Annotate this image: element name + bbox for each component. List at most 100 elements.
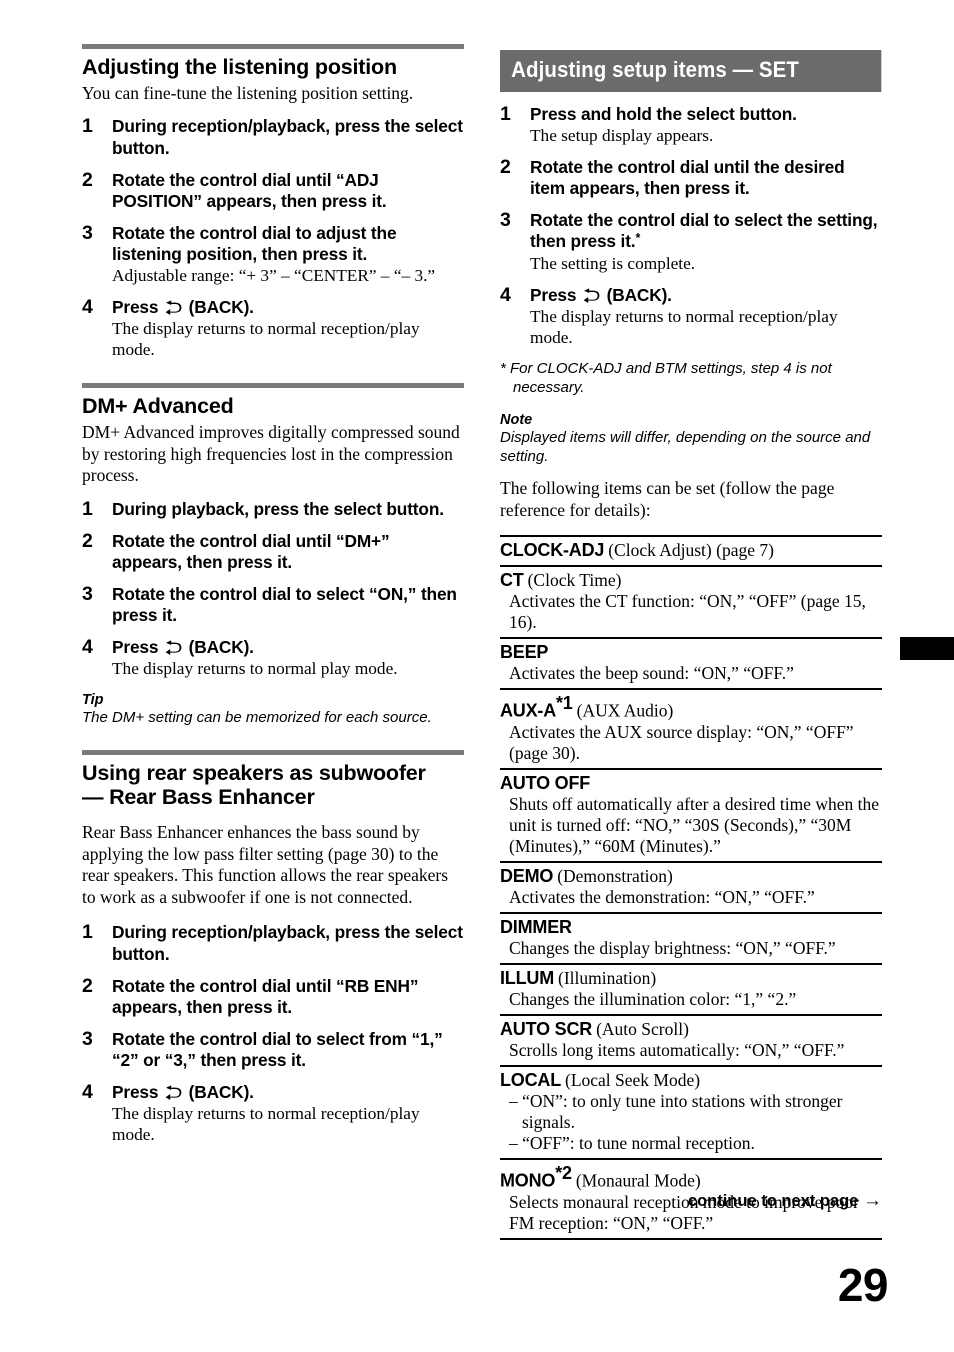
setup-items-banner-title: Adjusting setup items — SET (500, 50, 882, 92)
back-arrow-icon (165, 640, 182, 656)
section-adjusting-listening-position: Adjusting the listening position You can… (82, 44, 464, 360)
setting-detail: – “ON”: to only tune into stations with … (509, 1091, 843, 1133)
step-heading-prefix: Press (112, 1082, 159, 1103)
setting-detail: Activates the AUX source display: “ON,” … (509, 722, 854, 764)
setting-description-label: (Clock Adjust) (page 7) (608, 540, 774, 561)
step-number: 1 (82, 497, 93, 520)
footnote-marker: * (635, 231, 641, 246)
setting-description-label: (Monaural Mode) (575, 1170, 701, 1191)
step-heading: Rotate the control dial until the desire… (530, 157, 845, 199)
section-title-line2: — Rear Bass Enhancer (82, 785, 315, 810)
step-number: 4 (82, 1081, 93, 1104)
step-heading-text: Rotate the control dial to select the se… (530, 210, 878, 252)
step-heading: Press (BACK). (112, 297, 464, 318)
setting-name: AUTO OFF (500, 773, 591, 794)
tip-label: Tip (82, 691, 104, 708)
setting-name: DIMMER (500, 917, 572, 938)
back-arrow-icon (165, 300, 182, 316)
setting-name: ILLUM (500, 968, 554, 989)
back-arrow-icon (165, 1085, 182, 1101)
tip-block: Tip The DM+ setting can be memorized for… (82, 691, 464, 728)
arrow-right-icon: → (863, 1190, 882, 1211)
table-row: DEMO (Demonstration) Activates the demon… (500, 863, 882, 915)
section-lead-text: DM+ Advanced improves digitally compress… (82, 422, 460, 486)
step-detail: The display returns to normal reception/… (530, 306, 838, 348)
step-detail: Adjustable range: “+ 3” – “CENTER” – “– … (112, 266, 436, 286)
setting-description-label: (Auto Scroll) (596, 1019, 689, 1040)
setting-detail: Activates the CT function: “ON,” “OFF” (… (509, 591, 866, 633)
setting-name: CLOCK-ADJ (500, 540, 605, 561)
setting-name: AUTO SCR (500, 1019, 593, 1040)
setting-description-label: (Local Seek Mode) (565, 1070, 701, 1091)
setting-detail: Changes the illumination color: “1,” “2.… (509, 989, 797, 1010)
step-number: 2 (82, 168, 93, 191)
setting-detail: Changes the display brightness: “ON,” “O… (509, 938, 836, 959)
step-heading: During reception/playback, press the sel… (112, 116, 463, 158)
setting-term: BEEP (500, 642, 882, 663)
section-dm-advanced: DM+ Advanced DM+ Advanced improves digit… (82, 383, 464, 727)
step-item: 4 Press (BACK). The display returns to n… (82, 636, 464, 679)
table-row: CLOCK-ADJ (Clock Adjust) (page 7) (500, 537, 882, 568)
table-row: ILLUM (Illumination) Changes the illumin… (500, 965, 882, 1017)
step-heading-suffix: (BACK). (606, 284, 672, 305)
setting-term: AUTO OFF (500, 773, 882, 794)
footnote-marker: *2 (555, 1163, 572, 1184)
step-detail: The display returns to normal play mode. (112, 659, 398, 679)
setting-term: ILLUM (Illumination) (500, 968, 882, 989)
step-heading: During playback, press the select button… (112, 498, 444, 519)
step-number: 3 (500, 209, 511, 232)
step-heading: Rotate the control dial to adjust the li… (112, 222, 397, 264)
setting-description-label: (Demonstration) (557, 866, 673, 887)
setting-name: MONO (500, 1170, 556, 1191)
section-lead-text: You can fine-tune the listening position… (82, 82, 414, 103)
step-item: 3 Rotate the control dial to select “ON,… (82, 583, 464, 626)
step-heading: Rotate the control dial to select the se… (530, 210, 882, 252)
setting-term: CLOCK-ADJ (Clock Adjust) (page 7) (500, 540, 882, 561)
step-heading-prefix: Press (112, 297, 159, 318)
setting-detail: Activates the beep sound: “ON,” “OFF.” (509, 663, 794, 684)
step-heading-suffix: (BACK). (188, 297, 254, 318)
section-lead-text: Rear Bass Enhancer enhances the bass sou… (82, 822, 449, 907)
setting-name: AUX-A (500, 701, 556, 722)
step-heading: Press (BACK). (112, 637, 464, 658)
back-arrow-icon (583, 288, 600, 303)
continue-to-next-page: continue to next page → (500, 1190, 882, 1212)
step-heading: Rotate the control dial until “ADJ POSIT… (112, 169, 387, 211)
table-row: BEEP Activates the beep sound: “ON,” “OF… (500, 639, 882, 691)
table-row: AUX-A*1 (AUX Audio) Activates the AUX so… (500, 690, 882, 771)
table-row: AUTO SCR (Auto Scroll) Scrolls long item… (500, 1016, 882, 1068)
note-block: Note Displayed items will differ, depend… (500, 411, 882, 467)
step-number: 1 (500, 103, 511, 125)
table-row: DIMMER Changes the display brightness: “… (500, 914, 882, 966)
step-heading: Rotate the control dial until “DM+” appe… (112, 530, 390, 573)
setting-description-label: (AUX Audio) (576, 701, 674, 722)
step-item: 1 During playback, press the select butt… (82, 497, 464, 520)
tip-body: The DM+ setting can be memorized for eac… (82, 708, 432, 726)
setting-description-label: (Clock Time) (527, 570, 622, 591)
setting-term: DIMMER (500, 917, 882, 938)
footnote-marker: *1 (556, 693, 573, 714)
step-number: 1 (82, 921, 93, 944)
setting-detail: Activates the demonstration: “ON,” “OFF.… (509, 887, 815, 908)
step-heading: Press (BACK). (112, 1082, 464, 1103)
step-item: 4 Press (BACK). The display returns to n… (82, 1081, 464, 1145)
note-label: Note (500, 411, 533, 428)
step-detail: The display returns to normal reception/… (112, 1104, 420, 1145)
step-item: 3 Rotate the control dial to select from… (82, 1027, 464, 1071)
step-number: 2 (82, 529, 93, 552)
setting-term: DEMO (Demonstration) (500, 866, 882, 887)
section-rule: DM+ Advanced (82, 383, 464, 419)
step-number: 3 (82, 1027, 93, 1050)
step-item: 3 Rotate the control dial to select the … (500, 209, 882, 274)
right-column: Adjusting setup items — SET 1 Press and … (500, 50, 882, 1240)
step-list: 1 During reception/playback, press the s… (82, 921, 464, 1145)
step-list: 1 During reception/playback, press the s… (82, 115, 464, 360)
step-item: 2 Rotate the control dial until the desi… (500, 156, 882, 199)
edge-tab-marker (900, 637, 954, 660)
setting-term: AUTO SCR (Auto Scroll) (500, 1019, 882, 1040)
setting-term: LOCAL (Local Seek Mode) (500, 1070, 882, 1091)
settings-table: CLOCK-ADJ (Clock Adjust) (page 7) CT (Cl… (500, 535, 882, 1240)
step-heading: Rotate the control dial to select “ON,” … (112, 584, 457, 626)
section-rule: Using rear speakers as subwoofer — Rear … (82, 749, 464, 811)
continue-label: continue to next page (687, 1192, 859, 1210)
